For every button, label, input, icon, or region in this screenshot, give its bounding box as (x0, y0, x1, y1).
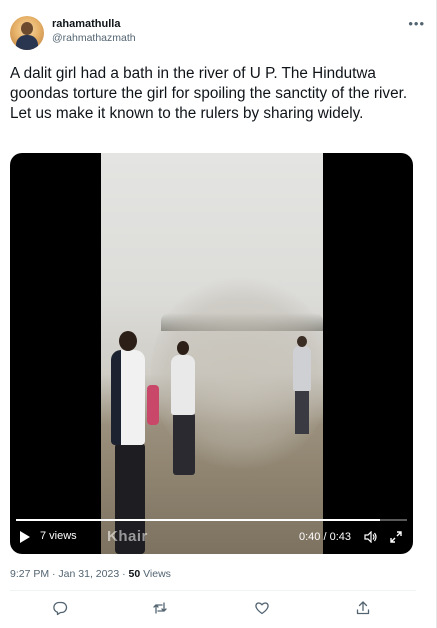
person-middle-legs (173, 413, 195, 475)
tweet-header: rahamathulla @rahmathazmath ••• (10, 14, 425, 54)
person-right-body (293, 346, 311, 391)
divider (10, 590, 416, 591)
avatar-body (16, 35, 38, 50)
video-views-label: 7 views (40, 530, 77, 542)
person-foreground-body (111, 350, 145, 445)
video-frame[interactable] (101, 153, 323, 554)
author-name[interactable]: rahamathulla (52, 18, 120, 30)
person-right-head (297, 336, 307, 347)
tweet-timestamp[interactable]: 9:27 PM · Jan 31, 2023 · (10, 568, 128, 580)
person-right-legs (295, 389, 309, 434)
video-time-label: 0:40 / 0:43 (299, 531, 351, 543)
like-icon[interactable] (252, 598, 272, 618)
video-progress-bar[interactable] (16, 519, 407, 521)
tweet-card: rahamathulla @rahmathazmath ••• A dalit … (0, 0, 437, 628)
video-player[interactable]: 7 views Khair 0:40 / 0:43 (10, 153, 413, 554)
reply-icon[interactable] (50, 598, 70, 618)
avatar[interactable] (10, 16, 44, 50)
share-icon[interactable] (353, 598, 373, 618)
author-handle[interactable]: @rahmathazmath (52, 32, 136, 44)
retweet-icon[interactable] (150, 598, 170, 618)
play-icon[interactable] (20, 531, 30, 543)
person-foreground-head (119, 331, 137, 351)
avatar-head (21, 22, 33, 35)
volume-icon[interactable] (364, 531, 378, 543)
tweet-meta: 9:27 PM · Jan 31, 2023 · 50 Views (10, 568, 171, 580)
tweet-text: A dalit girl had a bath in the river of … (10, 65, 408, 122)
tweet-actions (10, 598, 416, 620)
person-middle-head (177, 341, 189, 355)
person-pink (147, 385, 159, 425)
video-watermark: Khair (107, 528, 148, 545)
tweet-views-suffix: Views (140, 568, 171, 580)
tweet-views-count: 50 (128, 568, 141, 580)
fullscreen-icon[interactable] (389, 530, 403, 544)
more-horizontal-icon[interactable]: ••• (408, 16, 425, 31)
person-middle-body (171, 355, 195, 415)
video-progress-fill (16, 519, 380, 521)
